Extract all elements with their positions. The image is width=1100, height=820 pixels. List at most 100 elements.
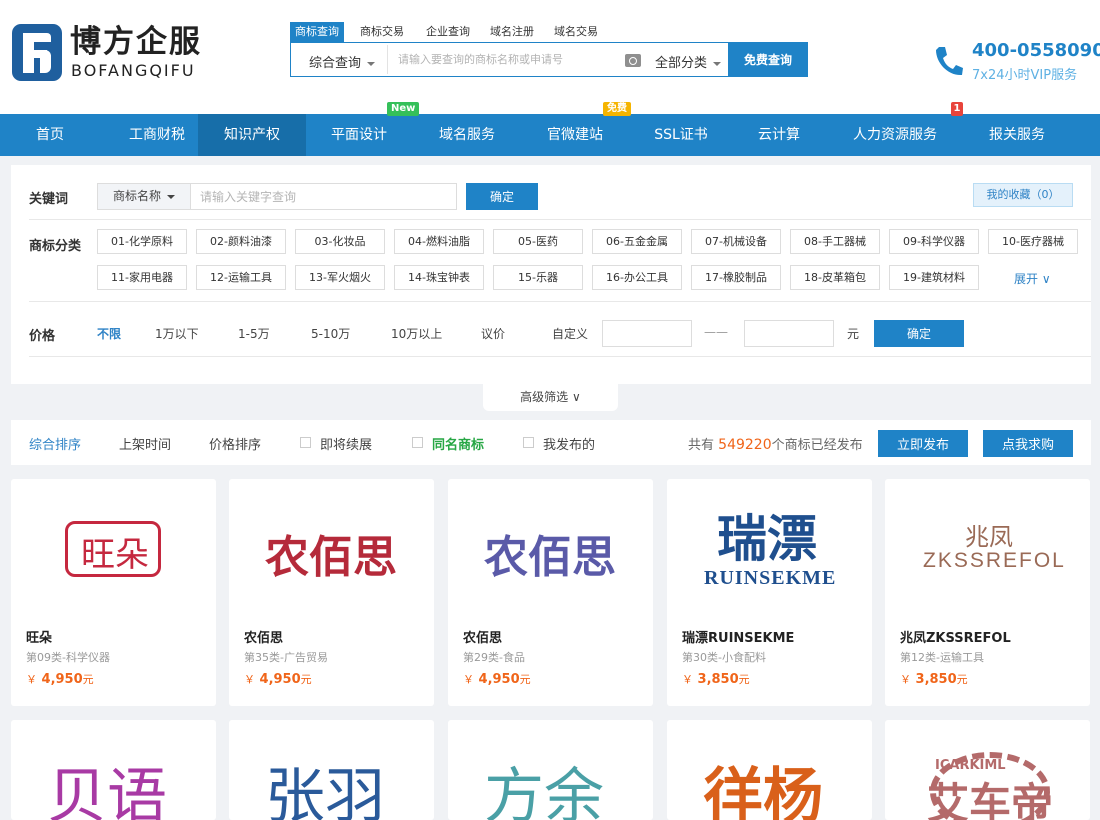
logo[interactable]: 博方企服 BOFANGQIFU	[12, 24, 222, 84]
price-option-any[interactable]: 不限	[97, 325, 121, 342]
main-nav: 首页 工商财税 知识产权 平面设计 域名服务 官微建站 SSL证书 云计算 人力…	[0, 114, 1100, 156]
trademark-card[interactable]: 瑞漂 RUINSEKME 瑞漂RUINSEKME 第30类-小食配料 ￥ 3,8…	[667, 479, 872, 706]
category-chip[interactable]: 16-办公工具	[592, 265, 682, 290]
category-chip[interactable]: 17-橡胶制品	[691, 265, 781, 290]
price-max-input[interactable]	[744, 320, 834, 347]
keyword-type-select[interactable]: 商标名称	[98, 184, 191, 209]
renewal-checkbox[interactable]	[300, 437, 311, 448]
keyword-confirm-button[interactable]: 确定	[466, 183, 538, 210]
nav-website[interactable]: 官微建站	[530, 114, 620, 156]
advanced-filter-button[interactable]: 高级筛选 ∨	[483, 383, 618, 411]
same-name-checkbox[interactable]	[412, 437, 423, 448]
logo-text-en: BOFANGQIFU	[71, 61, 196, 80]
chevron-down-icon	[367, 61, 376, 66]
currency: ￥	[900, 673, 911, 686]
logo-text: 方余	[484, 762, 604, 820]
nav-graphic-design[interactable]: 平面设计	[314, 114, 404, 156]
renewal-label: 即将续展	[320, 438, 373, 453]
search-category-select[interactable]: 全部分类	[655, 52, 722, 71]
trademark-logo: 农佰思	[448, 479, 653, 621]
nav-domain[interactable]: 域名服务	[422, 114, 512, 156]
nav-customs[interactable]: 报关服务	[970, 114, 1064, 156]
sort-comprehensive[interactable]: 综合排序	[29, 434, 81, 453]
search-tab-trade[interactable]: 商标交易	[354, 22, 410, 42]
divider	[29, 219, 1091, 220]
sort-listing-time[interactable]: 上架时间	[119, 434, 171, 453]
trademark-card[interactable]: 农佰思 农佰思 第35类-广告贸易 ￥ 4,950元	[229, 479, 434, 706]
request-button[interactable]: 点我求购	[983, 430, 1073, 457]
price-option-under-10k[interactable]: 1万以下	[155, 325, 199, 342]
logo-text: 张羽	[265, 762, 385, 820]
sort-price[interactable]: 价格排序	[209, 434, 261, 453]
category-chip[interactable]: 04-燃料油脂	[394, 229, 484, 254]
keyword-label: 关键词	[29, 192, 69, 207]
search-tab-company[interactable]: 企业查询	[420, 22, 476, 42]
category-label: 商标分类	[29, 239, 82, 254]
trademark-card[interactable]: 农佰思 农佰思 第29类-食品 ￥ 4,950元	[448, 479, 653, 706]
camera-icon[interactable]	[625, 54, 641, 67]
trademark-card[interactable]: 贝语	[11, 720, 216, 820]
category-chip[interactable]: 12-运输工具	[196, 265, 286, 290]
chevron-down-double-icon: ∨	[1041, 272, 1051, 286]
category-chip[interactable]: 14-珠宝钟表	[394, 265, 484, 290]
price-option-over-100k[interactable]: 10万以上	[391, 325, 442, 342]
keyword-input[interactable]	[192, 184, 454, 209]
sort-bar: 综合排序 上架时间 价格排序 即将续展 同名商标 我发布的 共有 549220个…	[11, 420, 1091, 465]
category-chip[interactable]: 05-医药	[493, 229, 583, 254]
category-chip[interactable]: 18-皮革箱包	[790, 265, 880, 290]
trademark-card[interactable]: 兆凤 ZKSSREFOL 兆凤ZKSSREFOL 第12类-运输工具 ￥ 3,8…	[885, 479, 1090, 706]
total-count: 共有 549220个商标已经发布	[688, 434, 863, 453]
price-min-input[interactable]	[602, 320, 692, 347]
trademark-logo: 旺朵	[11, 479, 216, 621]
price-confirm-button[interactable]: 确定	[874, 320, 964, 347]
search-input[interactable]	[387, 45, 609, 74]
trademark-card[interactable]: 徉杨	[667, 720, 872, 820]
price-value: 3,850	[697, 672, 739, 687]
expand-button[interactable]: 展开 ∨	[1014, 270, 1051, 287]
my-published-checkbox[interactable]	[523, 437, 534, 448]
category-chip[interactable]: 06-五金金属	[592, 229, 682, 254]
nav-ssl[interactable]: SSL证书	[636, 114, 726, 156]
trademark-card[interactable]: 张羽	[229, 720, 434, 820]
nav-hr[interactable]: 人力资源服务	[840, 114, 950, 156]
price-unit: 元	[738, 673, 750, 686]
search-tab-domain-trade[interactable]: 域名交易	[548, 22, 604, 42]
price-option-negotiable[interactable]: 议价	[481, 325, 505, 342]
total-suffix: 个商标已经发布	[771, 438, 863, 453]
search-type-select[interactable]: 综合查询	[309, 52, 376, 71]
category-chip[interactable]: 15-乐器	[493, 265, 583, 290]
category-chip[interactable]: 01-化学原料	[97, 229, 187, 254]
logo-text: 瑞漂	[717, 509, 817, 568]
search-tab-trademark[interactable]: 商标查询	[290, 22, 344, 42]
nav-cloud[interactable]: 云计算	[738, 114, 820, 156]
category-chip[interactable]: 19-建筑材料	[889, 265, 979, 290]
trademark-card[interactable]: ICARKIML 艾车帝	[885, 720, 1090, 820]
logo-mark-icon	[12, 24, 62, 81]
category-chip[interactable]: 07-机械设备	[691, 229, 781, 254]
keyword-search: 商标名称	[97, 183, 457, 210]
price-option-10k-50k[interactable]: 1-5万	[238, 325, 270, 342]
trademark-card[interactable]: 方余	[448, 720, 653, 820]
logo-text: 农佰思	[265, 532, 397, 583]
publish-button[interactable]: 立即发布	[878, 430, 968, 457]
category-chip[interactable]: 10-医疗器械	[988, 229, 1078, 254]
favorites-button[interactable]: 我的收藏（0）	[973, 183, 1073, 207]
logo-text-en: ZKSSREFOL	[923, 549, 1066, 572]
search-button[interactable]: 免费查询	[728, 42, 808, 77]
search-tab-domain-register[interactable]: 域名注册	[484, 22, 540, 42]
same-name-label: 同名商标	[432, 438, 485, 453]
trademark-card[interactable]: 旺朵 旺朵 第09类-科学仪器 ￥ 4,950元	[11, 479, 216, 706]
trademark-category: 第35类-广告贸易	[244, 651, 328, 664]
nav-ip[interactable]: 知识产权	[198, 114, 306, 156]
category-chip[interactable]: 13-军火烟火	[295, 265, 385, 290]
price-label: 价格	[29, 329, 56, 344]
price-option-50k-100k[interactable]: 5-10万	[311, 325, 350, 342]
trademark-name: 瑞漂RUINSEKME	[682, 631, 795, 646]
category-chip[interactable]: 03-化妆品	[295, 229, 385, 254]
category-chip[interactable]: 11-家用电器	[97, 265, 187, 290]
category-chip[interactable]: 02-颜料油漆	[196, 229, 286, 254]
category-chip[interactable]: 08-手工器械	[790, 229, 880, 254]
price-value: 3,850	[915, 672, 957, 687]
nav-home[interactable]: 首页	[14, 114, 86, 156]
category-chip[interactable]: 09-科学仪器	[889, 229, 979, 254]
